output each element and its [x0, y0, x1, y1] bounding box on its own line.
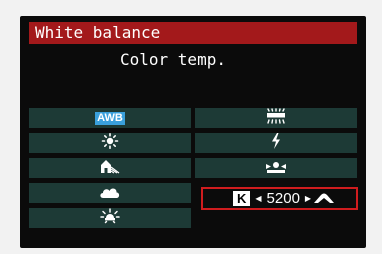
cloudy-icon [99, 184, 121, 203]
camera-lcd-screen: White balance Color temp. AWB K ◀ 5200 ▶ [20, 16, 366, 248]
custom-wb-icon [264, 159, 288, 178]
kelvin-badge: K [233, 191, 251, 206]
cloud-mountain-icon [313, 191, 335, 207]
wb-option-daylight[interactable] [29, 133, 191, 153]
increase-arrow-icon[interactable]: ▶ [305, 194, 311, 203]
wb-option-awb[interactable]: AWB [29, 108, 191, 128]
wb-option-fluorescent[interactable] [195, 108, 357, 128]
color-temp-selector[interactable]: K ◀ 5200 ▶ [201, 187, 358, 210]
wb-option-shade[interactable] [29, 158, 191, 178]
wb-option-cloudy[interactable] [29, 183, 191, 203]
awb-icon: AWB [95, 111, 125, 125]
decrease-arrow-icon[interactable]: ◀ [255, 194, 261, 203]
tungsten-bulb-icon [100, 208, 120, 228]
shade-house-icon [99, 158, 121, 178]
current-setting-label: Color temp. [120, 50, 226, 69]
flash-icon [270, 133, 282, 153]
daylight-sun-icon [101, 133, 119, 153]
fluorescent-icon [265, 108, 287, 128]
wb-option-tungsten[interactable] [29, 208, 191, 228]
wb-option-flash[interactable] [195, 133, 357, 153]
menu-title: White balance [29, 22, 357, 44]
color-temp-value: 5200 [266, 190, 300, 207]
wb-option-custom[interactable] [195, 158, 357, 178]
